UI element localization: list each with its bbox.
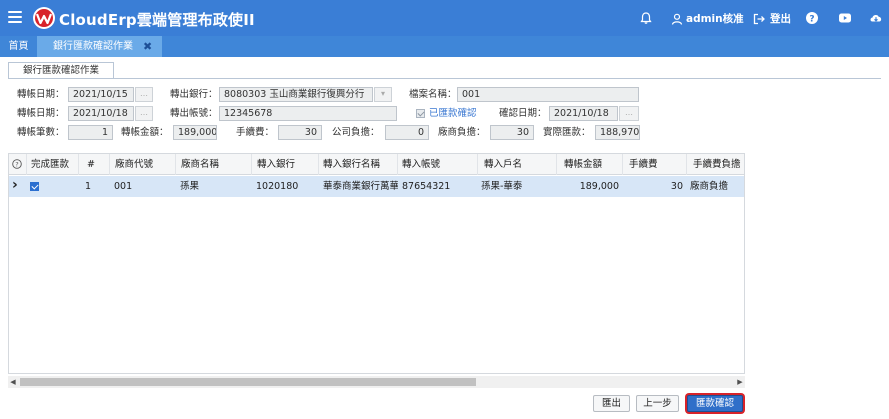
top-header: CloudErp雲端管理布政使II admin核准 登出 ? bbox=[0, 0, 889, 36]
logout-label: 登出 bbox=[770, 13, 791, 25]
grid-help-header[interactable]: ? bbox=[9, 154, 27, 175]
vendor-burden-label: 廠商負擔： bbox=[438, 127, 486, 138]
row-vendor-code: 001 bbox=[114, 181, 133, 192]
subtab-divider bbox=[8, 78, 881, 79]
column-header-in-account[interactable]: 轉入帳號 bbox=[398, 154, 478, 175]
column-header-vendor-code[interactable]: 廠商代號 bbox=[110, 154, 176, 175]
remit-confirmed-label: 已匯款確認 bbox=[429, 108, 477, 119]
help-circle-icon: ? bbox=[12, 159, 22, 169]
transfer-date-label: 轉帳日期： bbox=[17, 89, 65, 100]
column-header-amount[interactable]: 轉帳金額 bbox=[557, 154, 623, 175]
out-bank-dropdown-chevron-icon[interactable]: ▾ bbox=[374, 87, 392, 102]
amount-label: 轉帳金額： bbox=[121, 127, 169, 138]
confirm-date-field[interactable]: 2021/10/18 bbox=[549, 106, 618, 121]
grid-header: ? 完成匯款 # 廠商代號 廠商名稱 轉入銀行 轉入銀行名稱 轉入帳號 轉入戶名… bbox=[9, 154, 744, 175]
remit-confirm-button[interactable]: 匯款確認 bbox=[687, 395, 743, 412]
column-header-fee[interactable]: 手續費 bbox=[623, 154, 687, 175]
out-account-label: 轉出帳號： bbox=[170, 108, 218, 119]
youtube-icon[interactable] bbox=[838, 11, 852, 25]
scroll-left-arrow-icon[interactable]: ◀ bbox=[8, 376, 18, 388]
question-icon[interactable]: ? bbox=[805, 11, 819, 25]
filename-field[interactable]: 001 bbox=[457, 87, 639, 102]
cloud-download-icon[interactable] bbox=[869, 11, 883, 25]
subtab-bank-remit-confirm[interactable]: 銀行匯款確認作業 bbox=[8, 62, 114, 79]
remit-confirmed-checkbox[interactable] bbox=[416, 109, 425, 118]
row-in-bank: 1020180 bbox=[256, 181, 299, 192]
company-burden-label: 公司負擔： bbox=[332, 127, 380, 138]
tab-home[interactable]: 首頁 bbox=[0, 36, 37, 57]
app-logo bbox=[33, 7, 55, 29]
user-name: admin核准 bbox=[686, 13, 744, 25]
row-in-name: 孫果-華泰 bbox=[481, 181, 523, 192]
bell-icon[interactable] bbox=[639, 11, 653, 25]
logout-button[interactable]: 登出 bbox=[753, 11, 791, 26]
row-in-account: 87654321 bbox=[402, 181, 451, 192]
out-bank-select[interactable]: 8080303 玉山商業銀行復興分行 bbox=[219, 87, 373, 102]
column-header-index[interactable]: # bbox=[79, 154, 110, 175]
logout-icon bbox=[753, 13, 765, 24]
scroll-right-arrow-icon[interactable]: ▶ bbox=[735, 376, 745, 388]
vendor-burden-field[interactable]: 30 bbox=[490, 125, 534, 140]
row-amount: 189,000 bbox=[579, 181, 619, 192]
count-field[interactable]: 1 bbox=[68, 125, 113, 140]
tab-bank-remit-confirm-label: 銀行匯款確認作業 bbox=[53, 41, 133, 52]
column-header-in-bank[interactable]: 轉入銀行 bbox=[252, 154, 319, 175]
user-menu[interactable]: admin核准 bbox=[671, 11, 744, 26]
row-fee: 30 bbox=[670, 181, 683, 192]
column-header-fee-burden[interactable]: 手續費負擔 bbox=[687, 154, 744, 175]
remittance-grid: ? 完成匯款 # 廠商代號 廠商名稱 轉入銀行 轉入銀行名稱 轉入帳號 轉入戶名… bbox=[8, 153, 745, 374]
table-row[interactable]: › 1 001 孫果 1020180 華泰商業銀行萬華 87654321 孫果-… bbox=[9, 176, 744, 197]
transfer-date2-field[interactable]: 2021/10/18 bbox=[68, 106, 134, 121]
count-label: 轉帳筆數： bbox=[17, 127, 65, 138]
app-title: CloudErp雲端管理布政使II bbox=[59, 11, 255, 29]
column-header-in-name[interactable]: 轉入戶名 bbox=[478, 154, 557, 175]
transfer-date2-picker-button[interactable]: … bbox=[135, 106, 153, 121]
confirm-date-label: 確認日期： bbox=[499, 108, 547, 119]
actual-remit-label: 實際匯款： bbox=[543, 127, 591, 138]
column-header-vendor-name[interactable]: 廠商名稱 bbox=[176, 154, 252, 175]
row-in-bank-name: 華泰商業銀行萬華 bbox=[323, 181, 398, 192]
row-vendor-name: 孫果 bbox=[180, 181, 200, 192]
scrollbar-thumb[interactable] bbox=[20, 378, 476, 386]
actual-remit-field[interactable]: 188,970 bbox=[595, 125, 640, 140]
filename-label: 檔案名稱： bbox=[409, 89, 457, 100]
column-header-in-bank-name[interactable]: 轉入銀行名稱 bbox=[319, 154, 398, 175]
transfer-date-picker-button[interactable]: … bbox=[135, 87, 153, 102]
row-indicator-chevron-right-icon: › bbox=[12, 177, 18, 193]
column-header-done[interactable]: 完成匯款 bbox=[27, 154, 79, 175]
fee-field[interactable]: 30 bbox=[278, 125, 322, 140]
transfer-date-field[interactable]: 2021/10/15 bbox=[68, 87, 134, 102]
tab-bar: 首頁 銀行匯款確認作業 ✖ bbox=[0, 36, 889, 57]
export-button[interactable]: 匯出 bbox=[593, 395, 630, 412]
amount-field[interactable]: 189,000 bbox=[173, 125, 217, 140]
fee-label: 手續費： bbox=[236, 127, 275, 138]
close-icon[interactable]: ✖ bbox=[143, 36, 152, 58]
company-burden-field[interactable]: 0 bbox=[385, 125, 429, 140]
row-done-checkbox[interactable] bbox=[30, 182, 39, 191]
help-mark: ? bbox=[15, 161, 18, 169]
out-bank-label: 轉出銀行： bbox=[170, 89, 218, 100]
row-fee-burden: 廠商負擔 bbox=[690, 181, 729, 192]
transfer-date2-label: 轉帳日期： bbox=[17, 108, 65, 119]
hamburger-menu-icon[interactable] bbox=[8, 11, 22, 23]
out-account-field[interactable]: 12345678 bbox=[219, 106, 397, 121]
tab-home-label: 首頁 bbox=[8, 41, 29, 52]
row-index: 1 bbox=[85, 181, 92, 192]
grid-horizontal-scrollbar[interactable]: ◀ ▶ bbox=[8, 376, 745, 388]
user-icon bbox=[671, 13, 683, 25]
prev-step-button[interactable]: 上一步 bbox=[636, 395, 679, 412]
confirm-date-picker-button[interactable]: … bbox=[619, 106, 639, 121]
svg-text:?: ? bbox=[809, 14, 814, 24]
